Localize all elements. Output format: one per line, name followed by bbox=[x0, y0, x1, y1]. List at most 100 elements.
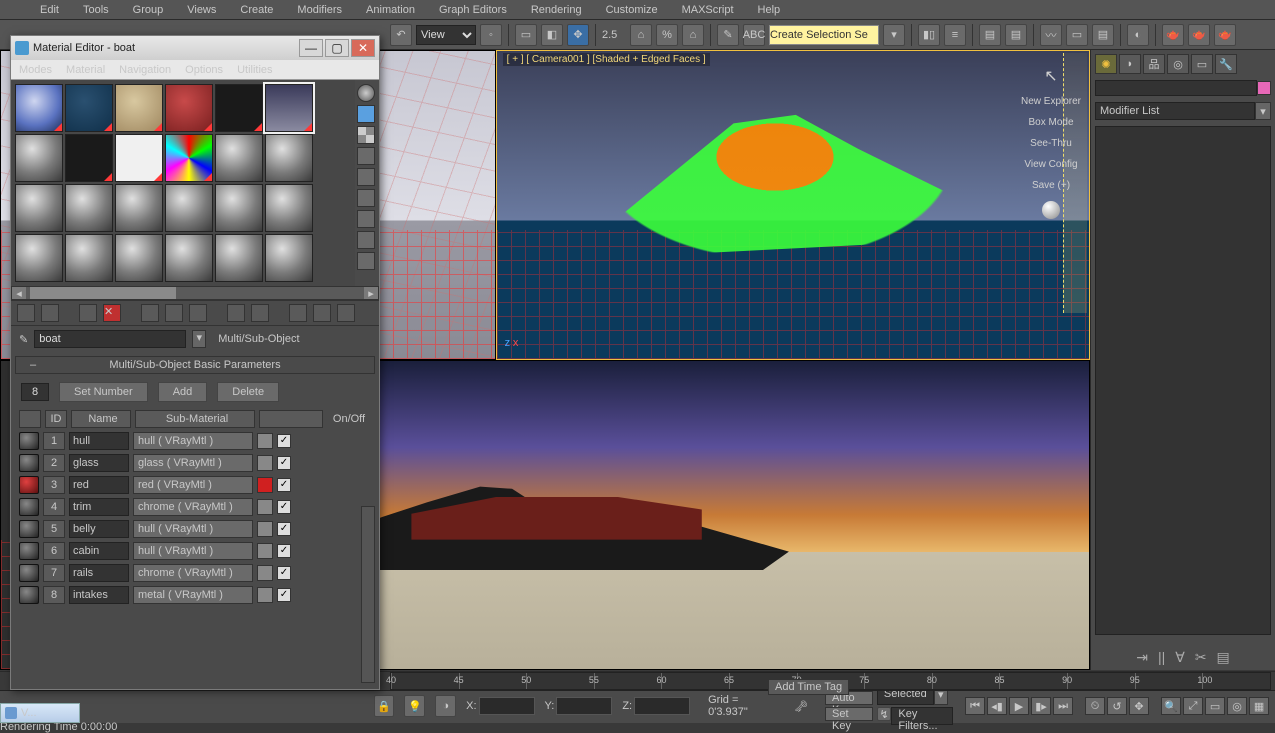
viewport-label[interactable]: [ + ] [ Camera001 ] [Shaded + Edged Face… bbox=[503, 53, 710, 66]
material-slot[interactable] bbox=[165, 84, 213, 132]
sub-material-button[interactable]: glass ( VRayMtl ) bbox=[133, 454, 253, 472]
background-icon[interactable] bbox=[357, 126, 375, 144]
sub-id[interactable]: 3 bbox=[43, 476, 65, 494]
menu-tools[interactable]: Tools bbox=[83, 4, 109, 16]
snap-spinner-icon[interactable]: ⌂ bbox=[682, 24, 704, 46]
material-slot[interactable] bbox=[15, 134, 63, 182]
material-slot[interactable] bbox=[65, 184, 113, 232]
render-setup-icon[interactable]: 🫖 bbox=[1162, 24, 1184, 46]
align-icon[interactable]: ≡ bbox=[944, 24, 966, 46]
delete-button[interactable]: Delete bbox=[217, 382, 279, 402]
me-menu-utilities[interactable]: Utilities bbox=[237, 64, 272, 76]
put-to-lib-icon[interactable] bbox=[189, 304, 207, 322]
sub-name-input[interactable]: trim bbox=[69, 498, 129, 516]
show-map-vp-icon[interactable] bbox=[251, 304, 269, 322]
reference-coord-dropdown[interactable]: View bbox=[416, 25, 476, 45]
y-input[interactable] bbox=[556, 697, 612, 715]
zoom-all-icon[interactable]: ⤢ bbox=[1183, 697, 1203, 715]
create-tab-icon[interactable]: ✺ bbox=[1095, 54, 1117, 74]
menu-views[interactable]: Views bbox=[187, 4, 216, 16]
select-by-mtl-icon[interactable] bbox=[357, 231, 375, 249]
material-slot[interactable] bbox=[265, 134, 313, 182]
setkey-button[interactable]: Set Key bbox=[825, 707, 873, 721]
me-menu-navigation[interactable]: Navigation bbox=[119, 64, 171, 76]
sub-color-swatch[interactable] bbox=[257, 499, 273, 515]
named-sel-icon[interactable]: ABC bbox=[743, 24, 765, 46]
pin-stack-icon[interactable]: ⇥ bbox=[1136, 649, 1148, 666]
select-object-icon[interactable]: ▭ bbox=[515, 24, 537, 46]
sub-table-vscroll[interactable] bbox=[361, 506, 375, 683]
make-preview-icon[interactable] bbox=[357, 189, 375, 207]
mirror-icon[interactable]: ▮▯ bbox=[918, 24, 940, 46]
material-slot[interactable] bbox=[115, 134, 163, 182]
sub-swatch-icon[interactable] bbox=[19, 520, 39, 538]
sub-name-input[interactable]: cabin bbox=[69, 542, 129, 560]
time-tick[interactable]: 75 bbox=[864, 673, 932, 689]
material-slot[interactable] bbox=[215, 84, 263, 132]
material-slot[interactable] bbox=[165, 134, 213, 182]
slot-hscroll[interactable]: ◂▸ bbox=[11, 286, 379, 300]
menu-modifiers[interactable]: Modifiers bbox=[297, 4, 342, 16]
sub-id[interactable]: 6 bbox=[43, 542, 65, 560]
sub-name-input[interactable]: belly bbox=[69, 520, 129, 538]
assign-to-sel-icon[interactable] bbox=[79, 304, 97, 322]
object-name-field[interactable] bbox=[1095, 80, 1257, 96]
add-time-tag-button[interactable]: Add Time Tag bbox=[768, 679, 849, 695]
zoom-icon[interactable]: 🔍 bbox=[1161, 697, 1181, 715]
material-slot-selected[interactable] bbox=[265, 84, 313, 132]
time-tick[interactable]: 100 bbox=[1202, 673, 1270, 689]
viewport-camera[interactable]: [ + ] [ Camera001 ] [Shaded + Edged Face… bbox=[496, 50, 1090, 360]
dope-icon[interactable]: ▤ bbox=[1092, 24, 1114, 46]
sub-swatch-icon[interactable] bbox=[19, 564, 39, 582]
video-check-icon[interactable] bbox=[357, 168, 375, 186]
sub-on-checkbox[interactable]: ✓ bbox=[277, 566, 291, 580]
maximize-vp-icon[interactable]: ▦ bbox=[1249, 697, 1269, 715]
next-frame-icon[interactable]: ▮▸ bbox=[1031, 697, 1051, 715]
key-mode-icon[interactable]: ↺ bbox=[1107, 697, 1127, 715]
sub-material-button[interactable]: hull ( VRayMtl ) bbox=[133, 520, 253, 538]
num-subs-input[interactable] bbox=[21, 383, 49, 401]
layers-manager-icon[interactable]: ▤ bbox=[979, 24, 1001, 46]
close-button[interactable]: ✕ bbox=[351, 39, 375, 57]
z-input[interactable] bbox=[634, 697, 690, 715]
display-tab-icon[interactable]: ▭ bbox=[1191, 54, 1213, 74]
time-tick[interactable]: 40 bbox=[391, 673, 459, 689]
render-production-icon[interactable]: 🫖 bbox=[1214, 24, 1236, 46]
material-editor-titlebar[interactable]: Material Editor - boat — ▢ ✕ bbox=[11, 36, 379, 60]
goto-start-icon[interactable]: ⏮ bbox=[965, 697, 985, 715]
material-slot[interactable] bbox=[115, 84, 163, 132]
sub-name-input[interactable]: hull bbox=[69, 432, 129, 450]
pivot-icon[interactable]: ◦ bbox=[480, 24, 502, 46]
nav-pan-icon[interactable]: ✥ bbox=[1129, 697, 1149, 715]
sub-swatch-icon[interactable] bbox=[19, 586, 39, 604]
material-slot[interactable] bbox=[15, 234, 63, 282]
modifier-stack[interactable] bbox=[1095, 126, 1271, 635]
menu-edit[interactable]: Edit bbox=[40, 4, 59, 16]
material-slot[interactable] bbox=[265, 234, 313, 282]
isolate-icon[interactable]: 💡 bbox=[404, 695, 425, 717]
quad-view-config[interactable]: View Config bbox=[1024, 159, 1077, 170]
utilities-tab-icon[interactable]: 🔧 bbox=[1215, 54, 1237, 74]
configure-sets-icon[interactable]: ▤ bbox=[1217, 649, 1230, 666]
schematic-icon[interactable]: ▭ bbox=[1066, 24, 1088, 46]
key-tangent-icon[interactable]: ↯ bbox=[877, 707, 891, 721]
sub-on-checkbox[interactable]: ✓ bbox=[277, 478, 291, 492]
time-tick[interactable]: 55 bbox=[594, 673, 662, 689]
snap-angle-icon[interactable]: ⌂ bbox=[630, 24, 652, 46]
sub-name-input[interactable]: rails bbox=[69, 564, 129, 582]
me-menu-material[interactable]: Material bbox=[66, 64, 105, 76]
sub-swatch-icon[interactable] bbox=[19, 498, 39, 516]
key-icon[interactable]: 🗝 bbox=[787, 700, 815, 713]
goto-end-icon[interactable]: ⏭ bbox=[1053, 697, 1073, 715]
material-slot[interactable] bbox=[215, 134, 263, 182]
material-name-input[interactable] bbox=[34, 330, 186, 348]
sub-color-swatch[interactable] bbox=[257, 521, 273, 537]
time-tick[interactable]: 95 bbox=[1135, 673, 1203, 689]
material-slot[interactable] bbox=[65, 134, 113, 182]
material-slot[interactable] bbox=[15, 184, 63, 232]
eyedropper-icon[interactable]: ✎ bbox=[19, 333, 28, 346]
rollout-toggle-icon[interactable]: – bbox=[30, 359, 36, 371]
time-tick[interactable]: 60 bbox=[661, 673, 729, 689]
manipulate-icon[interactable]: ✥ bbox=[567, 24, 589, 46]
light-sample-icon[interactable] bbox=[1042, 201, 1060, 219]
